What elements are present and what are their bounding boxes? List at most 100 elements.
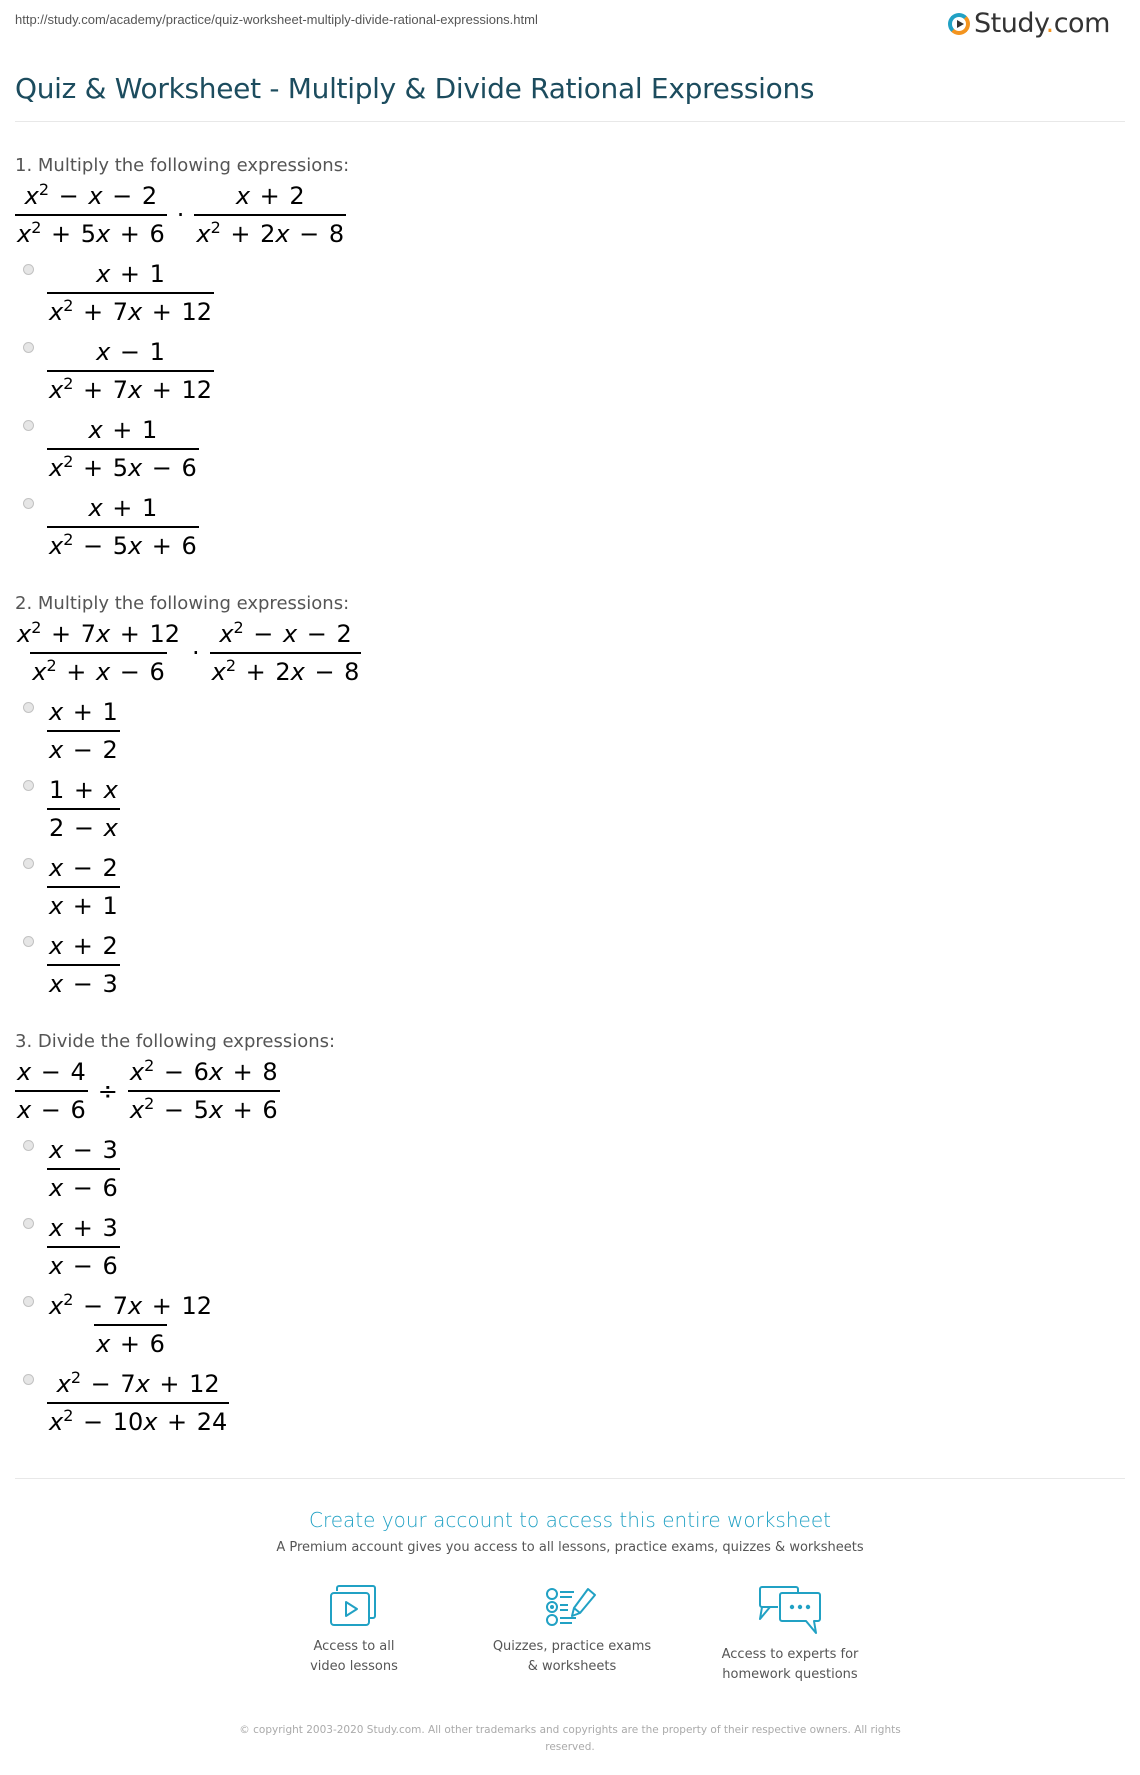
radio-button[interactable] (23, 858, 34, 869)
denominator: x − 3 (47, 964, 120, 1002)
question-3: 3. Divide the following expressions: x −… (15, 1031, 335, 1440)
answer-fraction: x − 2 x + 1 (47, 850, 120, 924)
radio-button[interactable] (23, 1218, 34, 1229)
answer-fraction: x + 1 x2 + 7x + 12 (47, 256, 215, 330)
operator: ÷ (97, 1077, 118, 1105)
cta-title[interactable]: Create your account to access this entir… (0, 1508, 1140, 1532)
numerator: x2 + 7x + 12 (17, 618, 181, 649)
denominator: x − 6 (15, 1090, 88, 1128)
numerator: x2 − x − 2 (219, 618, 352, 649)
fraction-left: x − 4 x − 6 (15, 1054, 88, 1128)
feature-label-line1: Access to all (313, 1639, 395, 1654)
fraction-right: x + 2 x2 + 2x − 8 (194, 178, 347, 252)
denominator: x2 − 5x + 6 (127, 1090, 280, 1128)
feature-experts: Access to experts for homework questions (700, 1585, 880, 1685)
numerator: x + 3 (49, 1214, 118, 1242)
answer-option[interactable]: x2 − 7x + 12 x2 − 10x + 24 (23, 1366, 335, 1440)
answer-fraction: x + 1 x2 − 5x + 6 (47, 490, 199, 564)
numerator: x − 2 (49, 854, 118, 882)
feature-label-line1: Access to experts for (721, 1647, 859, 1662)
answer-fraction: x + 2 x − 3 (47, 928, 120, 1002)
radio-button[interactable] (23, 780, 34, 791)
numerator: x2 − 7x + 12 (56, 1368, 220, 1399)
radio-button[interactable] (23, 498, 34, 509)
numerator: x + 1 (88, 494, 158, 522)
denominator: x2 + 7x + 12 (47, 292, 215, 330)
answer-option[interactable]: x − 1 x2 + 7x + 12 (23, 334, 349, 408)
answer-option[interactable]: x + 2 x − 3 (23, 928, 361, 1002)
cta-divider (15, 1478, 1125, 1479)
logo-dot: . (1045, 8, 1055, 39)
denominator: x2 + 2x − 8 (194, 214, 347, 252)
answer-options: x − 3x − 6 x + 3x − 6 x2 − 7x + 12 x + 6 … (15, 1132, 335, 1440)
answer-options: x + 1 x2 + 7x + 12 x − 1 x2 + 7x + 12 x + … (15, 256, 349, 564)
denominator: x2 + 5x − 6 (47, 448, 199, 486)
question-heading: 2. Multiply the following expressions: (15, 593, 350, 614)
radio-button[interactable] (23, 1296, 34, 1307)
answer-option[interactable]: x + 1 x2 + 7x + 12 (23, 256, 349, 330)
numerator: x + 1 (88, 416, 158, 444)
play-logo-icon (948, 12, 970, 35)
answer-fraction: x − 1 x2 + 7x + 12 (47, 334, 215, 408)
feature-label-line1: Quizzes, practice exams (492, 1639, 652, 1654)
answer-option[interactable]: x − 2 x + 1 (23, 850, 361, 924)
radio-button[interactable] (23, 702, 34, 713)
numerator: x − 3 (49, 1136, 118, 1164)
page-title: Quiz & Worksheet - Multiply & Divide Rat… (15, 72, 815, 105)
denominator: x2 − 5x + 6 (47, 526, 199, 564)
answer-fraction: x + 3 x − 6 (47, 1210, 120, 1284)
denominator: x + 1 (47, 886, 120, 924)
denominator: x2 + 7x + 12 (47, 370, 215, 408)
answer-option[interactable]: x − 3 x − 6 (23, 1132, 335, 1206)
numerator: x + 1 (96, 260, 165, 288)
chat-bubbles-icon (759, 1586, 821, 1634)
answer-option[interactable]: 1 + x 2 − x (23, 772, 361, 846)
answer-option[interactable]: x + 1 x2 − 5x + 6 (23, 490, 349, 564)
fraction-left: x2 + 7x + 12 x2 + x − 6 (15, 616, 182, 690)
denominator: x + 6 (94, 1324, 167, 1362)
numerator: x − 4 (17, 1058, 86, 1086)
feature-video-lessons: Access to all video lessons (264, 1585, 444, 1677)
denominator: x2 + 2x − 8 (209, 652, 362, 690)
title-divider (15, 121, 1125, 122)
radio-button[interactable] (23, 264, 34, 275)
radio-button[interactable] (23, 936, 34, 947)
question-heading: 1. Multiply the following expressions: (15, 155, 350, 176)
answer-fraction: 1 + x 2 − x (47, 772, 120, 846)
fraction-right: x2 − 6x + 8 x2 − 5x + 6 (127, 1054, 280, 1128)
question-heading: 3. Divide the following expressions: (15, 1031, 336, 1052)
study-logo[interactable]: Study.com (948, 8, 1110, 39)
denominator: 2 − x (47, 808, 120, 846)
numerator: x2 − 6x + 8 (129, 1056, 278, 1087)
answer-fraction: x + 1 x − 2 (47, 694, 120, 768)
radio-button[interactable] (23, 342, 34, 353)
denominator: x2 + 5x + 6 (15, 214, 167, 252)
operator: · (192, 639, 200, 667)
answer-options: x + 1 x − 2 1 + x2 − x x − 2 x + 1 x + 2x … (15, 694, 361, 1002)
answer-option[interactable]: x + 1 x − 2 (23, 694, 361, 768)
question-expression: x2 + 7x + 12 x2 + x − 6 · x2 − x − 2 x2 + … (15, 616, 362, 690)
denominator: x2 − 10x + 24 (47, 1402, 230, 1440)
answer-fraction: x + 1 x2 + 5x − 6 (47, 412, 199, 486)
question-expression: x − 4 x − 6 ÷ x2 − 6x + 8 x2 − 5x + 6 (15, 1054, 335, 1128)
answer-option[interactable]: x + 3 x − 6 (23, 1210, 335, 1284)
radio-button[interactable] (23, 1140, 34, 1151)
radio-button[interactable] (23, 420, 34, 431)
page-url: http://study.com/academy/practice/quiz-w… (15, 12, 538, 27)
logo-tld: com (1053, 8, 1111, 39)
answer-option[interactable]: x2 − 7x + 12 x + 6 (23, 1288, 335, 1362)
question-2: 2. Multiply the following expressions: x… (15, 593, 362, 1002)
feature-label-line2: & worksheets (527, 1659, 617, 1674)
answer-option[interactable]: x + 1 x2 + 5x − 6 (23, 412, 349, 486)
question-expression: x2 − x − 2 x2 + 5x + 6 · x + 2 x2 + 2x − 8 (15, 178, 349, 252)
radio-button[interactable] (23, 1374, 34, 1385)
numerator: x − 1 (96, 338, 165, 366)
logo-text: Study (974, 8, 1046, 39)
video-lessons-icon (330, 1585, 376, 1626)
numerator: x2 − 7x + 12 (49, 1290, 213, 1321)
denominator: x − 2 (47, 730, 120, 768)
fraction-left: x2 − x − 2 x2 + 5x + 6 (15, 178, 167, 252)
feature-label-line2: homework questions (722, 1667, 858, 1682)
question-1: 1. Multiply the following expressions: x… (15, 155, 349, 564)
numerator: x + 1 (49, 698, 118, 726)
